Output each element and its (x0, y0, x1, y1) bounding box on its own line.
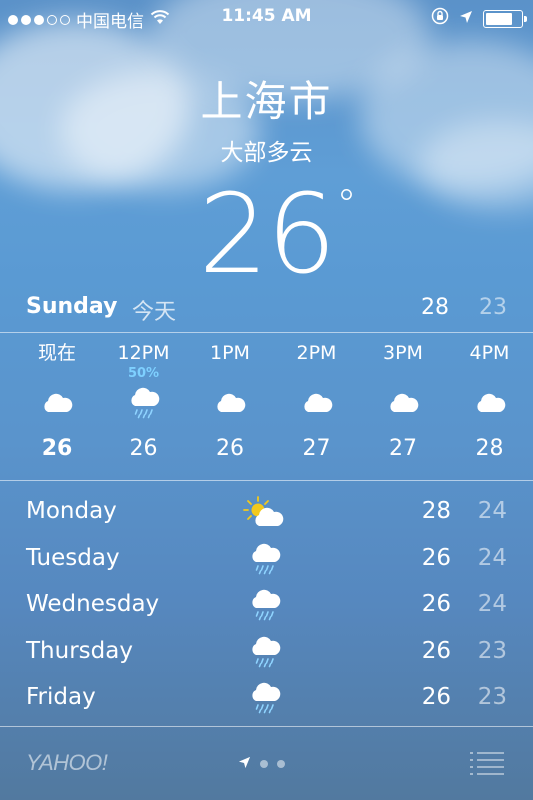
cloud-icon (363, 382, 443, 424)
weather-condition: 大部多云 (220, 140, 313, 166)
cloud-icon (277, 382, 357, 424)
hourly-item: 1PM 26 (190, 340, 270, 461)
list-icon[interactable] (469, 750, 505, 780)
day-high: 26 (421, 544, 451, 571)
page-dot[interactable] (260, 759, 268, 768)
divider (0, 332, 533, 333)
hour-temperature: 27 (302, 436, 331, 461)
today-day: Sunday (26, 294, 118, 319)
footer-bar: YAHOO! (0, 728, 533, 800)
hour-label: 现在 (37, 342, 76, 364)
hour-label: 1PM (210, 342, 250, 364)
partly-sunny-icon (240, 492, 290, 532)
precip-chance (17, 366, 97, 382)
hourly-item: 4PM 28 (450, 340, 530, 461)
daily-row: Friday 26 23 (0, 676, 533, 723)
precip-chance (450, 366, 530, 382)
hour-temperature: 26 (129, 436, 158, 461)
daily-row: Thursday 26 23 (0, 630, 533, 677)
hour-label: 12PM (117, 342, 170, 364)
page-dot[interactable] (277, 759, 285, 768)
degree-symbol: ° (336, 182, 356, 228)
day-high: 26 (421, 591, 451, 617)
cloud-rain-icon (240, 539, 290, 579)
precip-chance (363, 366, 443, 382)
cloud-icon (190, 382, 270, 424)
hour-label: 2PM (296, 342, 337, 364)
hourly-item: 12PM 50% 26 (104, 340, 184, 461)
hourly-item: 现在 26 (17, 340, 97, 461)
hourly-forecast[interactable]: 现在 26 12PM 50% 26 1PM 26 2PM 27 3PM 27 4… (0, 340, 533, 476)
precip-chance (277, 366, 357, 382)
daily-row: Monday 28 24 (0, 490, 533, 537)
day-high: 26 (421, 684, 451, 710)
rotation-lock-icon (431, 7, 449, 30)
precip-chance: 50% (127, 366, 160, 381)
city-name: 上海市 (200, 77, 333, 126)
daily-row: Wednesday 26 24 (0, 583, 533, 630)
current-temperature-value: 26 (198, 170, 337, 298)
cloud-rain-icon (240, 632, 290, 672)
divider (0, 480, 533, 481)
precip-chance (190, 366, 270, 382)
day-low: 23 (477, 684, 507, 710)
today-label: 今天 (132, 300, 177, 325)
today-low: 23 (479, 295, 507, 320)
day-name: Thursday (26, 637, 133, 664)
day-low: 24 (477, 544, 507, 571)
status-bar: 中国电信 11:45 AM (0, 0, 533, 34)
day-low: 24 (477, 498, 507, 524)
daily-forecast: Monday 28 24 Tuesday 26 24 Wednesday 26 … (0, 490, 533, 723)
hourly-item: 3PM 27 (363, 340, 443, 461)
yahoo-logo[interactable]: YAHOO! (26, 750, 108, 776)
today-summary: Sunday 今天 28 23 (0, 292, 533, 328)
hour-temperature: 28 (475, 436, 504, 461)
hourly-item: 2PM 27 (277, 340, 357, 461)
divider (0, 726, 533, 727)
cloud-icon (17, 382, 97, 424)
page-indicator[interactable] (238, 754, 285, 773)
day-name: Friday (26, 684, 96, 710)
day-name: Monday (26, 498, 117, 524)
hour-label: 4PM (469, 342, 510, 364)
day-low: 24 (477, 591, 507, 617)
location-arrow-icon (459, 9, 473, 29)
cloud-rain-icon (240, 678, 290, 718)
day-high: 26 (421, 637, 451, 664)
day-high: 28 (421, 498, 451, 524)
day-name: Wednesday (26, 591, 160, 617)
current-temperature: 26 ° (0, 170, 533, 298)
hour-temperature: 26 (41, 436, 73, 461)
day-low: 23 (477, 637, 507, 664)
today-high: 28 (421, 295, 449, 320)
hour-temperature: 26 (216, 436, 244, 461)
battery-icon (483, 9, 527, 28)
cloud-rain-icon (240, 585, 290, 625)
day-name: Tuesday (26, 544, 120, 571)
hour-temperature: 27 (389, 436, 417, 461)
hour-label: 3PM (383, 342, 423, 364)
location-arrow-icon (238, 754, 251, 773)
cloud-icon (450, 382, 530, 424)
cloud-rain-icon (104, 382, 184, 424)
daily-row: Tuesday 26 24 (0, 537, 533, 584)
